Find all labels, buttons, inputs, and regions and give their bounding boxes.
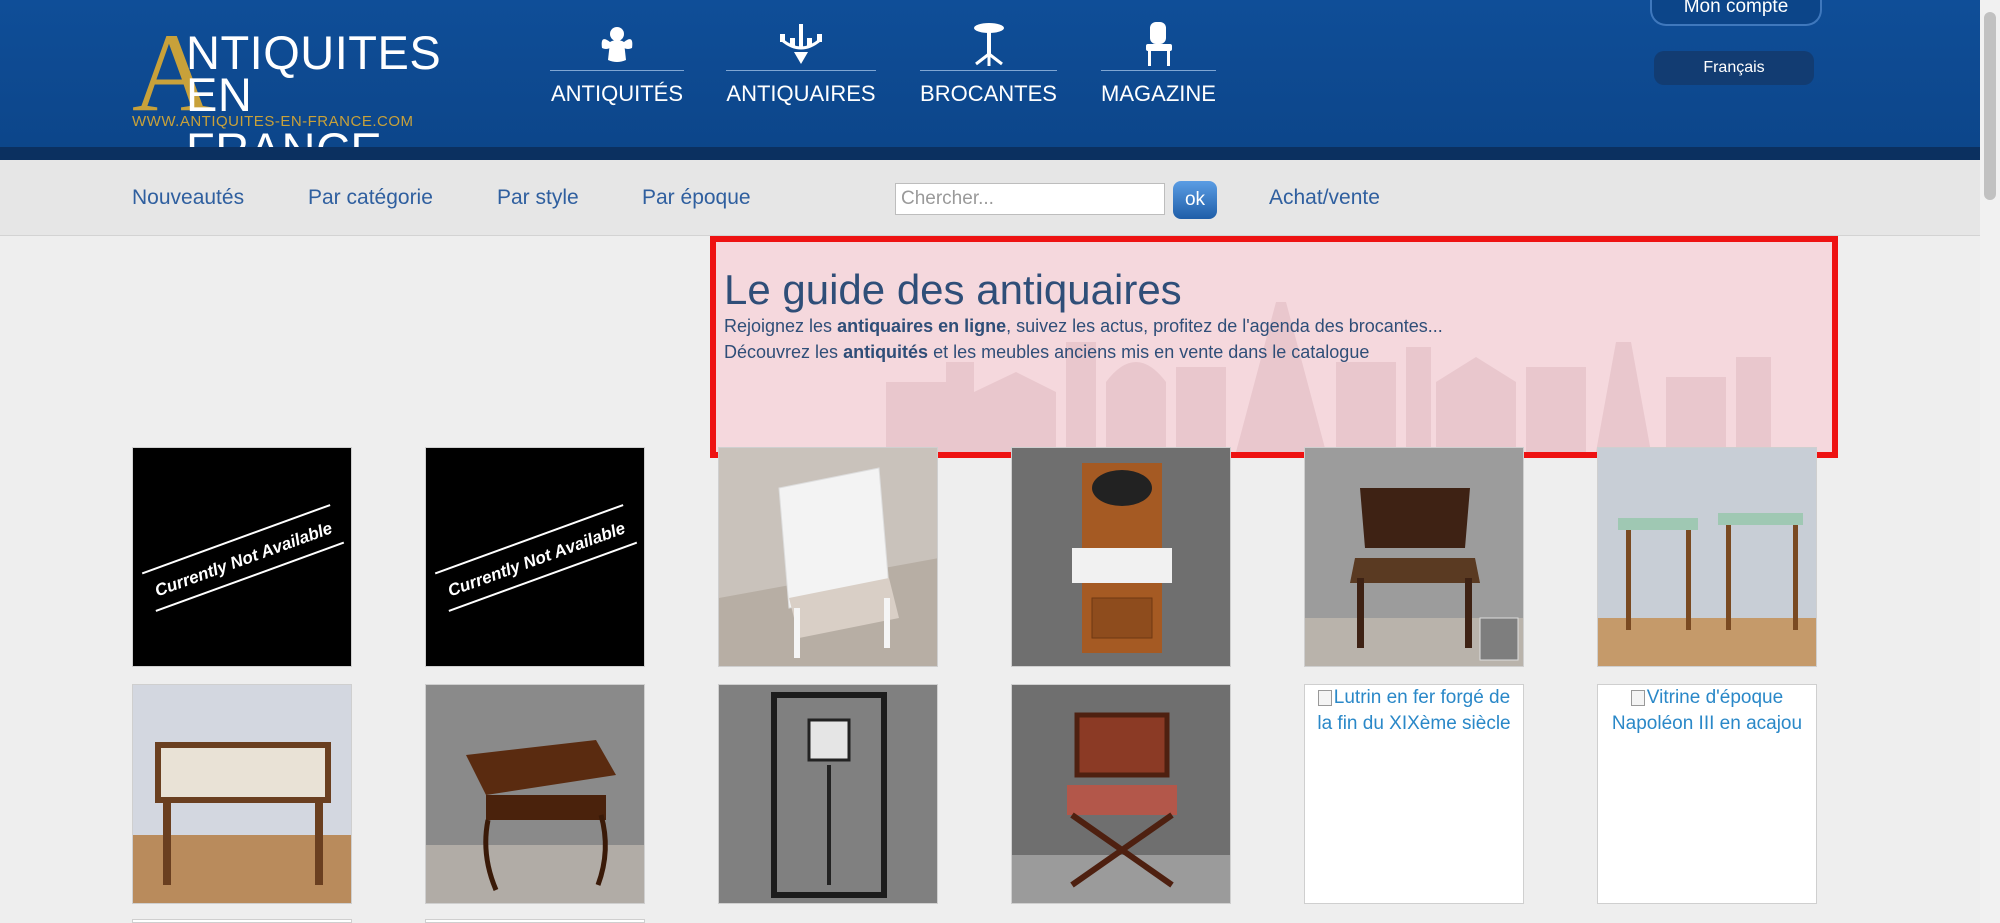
nav-divider (726, 70, 876, 71)
listing-tile[interactable] (718, 684, 938, 904)
not-available-image: Currently Not Available (434, 504, 638, 612)
listing-tile[interactable] (132, 919, 352, 923)
account-button[interactable]: Mon compte (1650, 0, 1822, 26)
link-achat-vente[interactable]: Achat/vente (1269, 186, 1380, 210)
chair-icon (1145, 22, 1172, 66)
listing-tile[interactable] (1011, 684, 1231, 904)
listing-tile-broken-image[interactable]: Lutrin en fer forgé de la fin du XIXème … (1304, 684, 1524, 904)
listing-tile-broken-image[interactable]: Vitrine d'époque Napoléon III en acajou (1597, 684, 1817, 904)
site-logo[interactable]: A NTIQUITES EN FRANCE WWW.ANTIQUITES-EN-… (130, 17, 441, 176)
side-tables-photo (1598, 448, 1816, 666)
cherub-icon (601, 27, 633, 62)
folding-chair-photo (1012, 685, 1230, 903)
image-alt-text[interactable]: Vitrine d'époque Napoléon III en acajou (1598, 685, 1816, 737)
chandelier-icon (780, 24, 822, 64)
alt-text-lutrin: Lutrin en fer forgé de la fin du XIXème … (1317, 687, 1511, 734)
hero-line-2-c: et les meubles anciens mis en vente dans… (928, 342, 1370, 362)
listing-tile[interactable] (1011, 447, 1231, 667)
nav-brocantes[interactable]: BROCANTES (920, 20, 1057, 110)
listing-tile[interactable] (718, 447, 938, 667)
link-par-categorie[interactable]: Par catégorie (308, 186, 433, 210)
hero-line-2: Découvrez les antiquités et les meubles … (724, 342, 1369, 363)
site-header: A NTIQUITES EN FRANCE WWW.ANTIQUITES-EN-… (0, 0, 1980, 176)
nav-label: ANTIQUITÉS (550, 81, 683, 106)
hero-line-1-bold[interactable]: antiquaires en ligne (837, 316, 1006, 336)
link-nouveautes[interactable]: Nouveautés (132, 186, 244, 210)
broken-image-icon (1317, 689, 1332, 706)
language-selector[interactable]: Français (1654, 51, 1814, 85)
tile-top-table-photo (133, 685, 351, 903)
hero-line-1: Rejoignez les antiquaires en ligne, suiv… (724, 316, 1443, 337)
listing-tile[interactable] (425, 684, 645, 904)
pedestal-table-icon (973, 23, 1004, 66)
broken-image-icon (1630, 689, 1645, 706)
hero-line-2-bold[interactable]: antiquités (843, 342, 928, 362)
hero-title: Le guide des antiquaires (724, 266, 1182, 313)
coat-rack-photo (719, 685, 937, 903)
hero-line-1-a: Rejoignez les (724, 316, 838, 336)
nav-antiquaires[interactable]: ANTIQUAIRES (726, 20, 876, 110)
search-input[interactable] (895, 183, 1165, 215)
nav-label: BROCANTES (920, 81, 1057, 106)
search-ok-button[interactable]: ok (1173, 181, 1217, 219)
nav-divider (1101, 70, 1216, 71)
hero-line-1-c: , suivez les actus, profitez de l'agenda… (1006, 316, 1443, 336)
logo-url: WWW.ANTIQUITES-EN-FRANCE.COM (132, 113, 414, 130)
scrollbar-thumb[interactable] (1984, 12, 1996, 200)
nav-divider (920, 70, 1057, 71)
header-bottom-strip (0, 147, 1980, 160)
not-available-image: Currently Not Available (141, 504, 345, 612)
armchair-photo (719, 448, 937, 666)
listing-tile[interactable] (1597, 447, 1817, 667)
nav-label: MAGAZINE (1101, 81, 1216, 106)
link-par-epoque[interactable]: Par époque (642, 186, 751, 210)
nav-magazine[interactable]: MAGAZINE (1101, 20, 1216, 110)
washstand-photo (1012, 448, 1230, 666)
listing-tile[interactable] (1304, 447, 1524, 667)
listing-tile[interactable]: Currently Not Available (425, 447, 645, 667)
image-alt-text[interactable]: Lutrin en fer forgé de la fin du XIXème … (1305, 685, 1523, 737)
hero-line-2-a: Découvrez les (724, 342, 844, 362)
listing-tile[interactable] (425, 919, 645, 923)
cane-armchair-photo (1305, 448, 1523, 666)
link-par-style[interactable]: Par style (497, 186, 579, 210)
nav-divider (550, 70, 684, 71)
secondary-nav: Nouveautés Par catégorie Par style Par é… (0, 160, 1980, 236)
listing-tile[interactable] (132, 684, 352, 904)
listing-tile[interactable]: Currently Not Available (132, 447, 352, 667)
marquetry-table-photo (426, 685, 644, 903)
nav-antiquites[interactable]: ANTIQUITÉS (550, 20, 684, 110)
nav-label: ANTIQUAIRES (726, 81, 876, 106)
page-scrollbar[interactable] (1980, 0, 2000, 923)
hero-banner: Le guide des antiquaires Rejoignez les a… (710, 236, 1838, 458)
